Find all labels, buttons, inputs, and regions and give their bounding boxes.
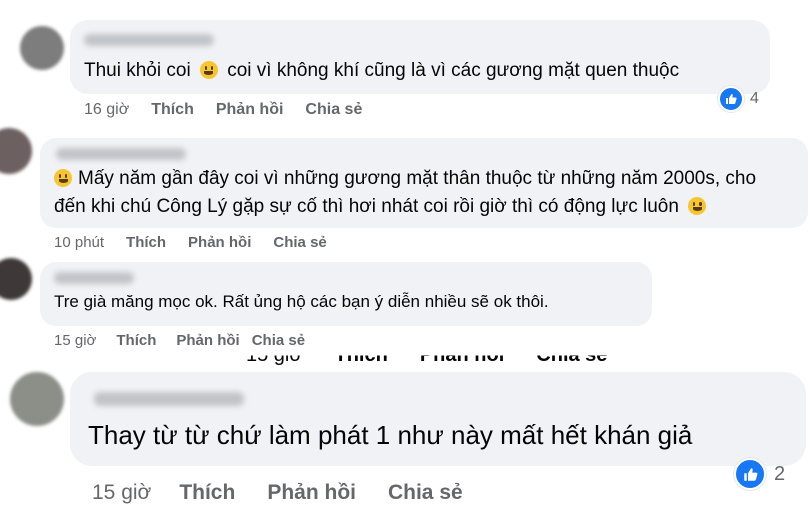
avatar[interactable] [0, 128, 32, 174]
comment-text: đến khi chú Công Lý gặp sự cố thì hơi nh… [54, 196, 707, 218]
reply-button[interactable]: Phản hồi [188, 234, 251, 251]
reply-button[interactable]: Phản hồi [216, 101, 284, 119]
like-button[interactable]: Thích [151, 101, 194, 119]
comment-time[interactable]: 15 giờ [92, 481, 151, 505]
emoji-icon [54, 169, 72, 187]
comment-text: Tre già măng mọc ok. Rất ủng hộ các bạn … [54, 292, 549, 311]
commenter-name[interactable] [54, 272, 134, 284]
comment-bubble: Mấy năm gần đây coi vì những gương mặt t… [40, 138, 808, 228]
comment-text-part: coi vì không khí cũng là vì các gương mặ… [227, 60, 680, 81]
comment-time[interactable]: 16 giờ [84, 101, 129, 119]
share-button[interactable]: Chia sẻ [252, 332, 305, 349]
comment-time[interactable]: 15 giờ [54, 332, 96, 349]
comment-text-line: Mấy năm gần đây coi vì những gương mặt t… [78, 168, 757, 189]
reply-button[interactable]: Phản hồi [267, 481, 356, 505]
comment-actions: 10 phút Thích Phản hồi Chia sẻ [54, 234, 327, 251]
share-button[interactable]: Chia sẻ [305, 101, 362, 119]
avatar[interactable] [20, 26, 64, 70]
reaction-summary[interactable]: 4 [718, 86, 759, 112]
comment-bubble: Thay từ từ chứ làm phát 1 như này mất hế… [70, 372, 806, 466]
comment-time[interactable]: 10 phút [54, 234, 104, 251]
reaction-count: 4 [750, 90, 759, 107]
like-thumbs-up-icon [718, 86, 744, 112]
like-button[interactable]: Thích [179, 481, 235, 505]
comment-bubble: Tre già măng mọc ok. Rất ủng hộ các bạn … [40, 262, 652, 326]
commenter-name[interactable] [56, 148, 186, 160]
comment-actions: 15 giờ Thích Phản hồi Chia sẻ [92, 481, 463, 505]
share-button: Chia sẻ [536, 344, 608, 367]
comment-actions: 16 giờ Thích Phản hồi Chia sẻ [84, 101, 362, 119]
avatar[interactable] [10, 372, 64, 426]
like-thumbs-up-icon [734, 458, 766, 490]
comment-text: Thay từ từ chứ làm phát 1 như này mất hế… [88, 420, 693, 450]
reply-button[interactable]: Phản hồi [176, 332, 239, 349]
avatar[interactable] [0, 258, 32, 300]
emoji-icon [199, 61, 218, 79]
comment-actions: 15 giờ Thích Phản hồi Chia sẻ [54, 332, 305, 349]
commenter-name[interactable] [94, 392, 244, 406]
comment-bubble: Thui khỏi coi coi vì không khí cũng là v… [70, 20, 770, 94]
commenter-name[interactable] [84, 34, 214, 46]
reply-button: Phản hồi [419, 344, 505, 367]
comment-text-line: đến khi chú Công Lý gặp sự cố thì hơi nh… [54, 196, 679, 217]
emoji-icon [688, 197, 707, 215]
like-button[interactable]: Thích [126, 234, 166, 251]
comment-text-part: Thui khỏi coi [84, 60, 191, 81]
like-button[interactable]: Thích [116, 332, 156, 349]
comment-text: Mấy năm gần đây coi vì những gương mặt t… [54, 168, 756, 190]
comment-text: Thui khỏi coi coi vì không khí cũng là v… [84, 60, 679, 82]
reaction-count: 2 [774, 462, 786, 485]
share-button[interactable]: Chia sẻ [388, 481, 463, 505]
share-button[interactable]: Chia sẻ [273, 234, 326, 251]
reaction-summary[interactable]: 2 [734, 458, 785, 490]
like-button: Thích [334, 344, 388, 367]
